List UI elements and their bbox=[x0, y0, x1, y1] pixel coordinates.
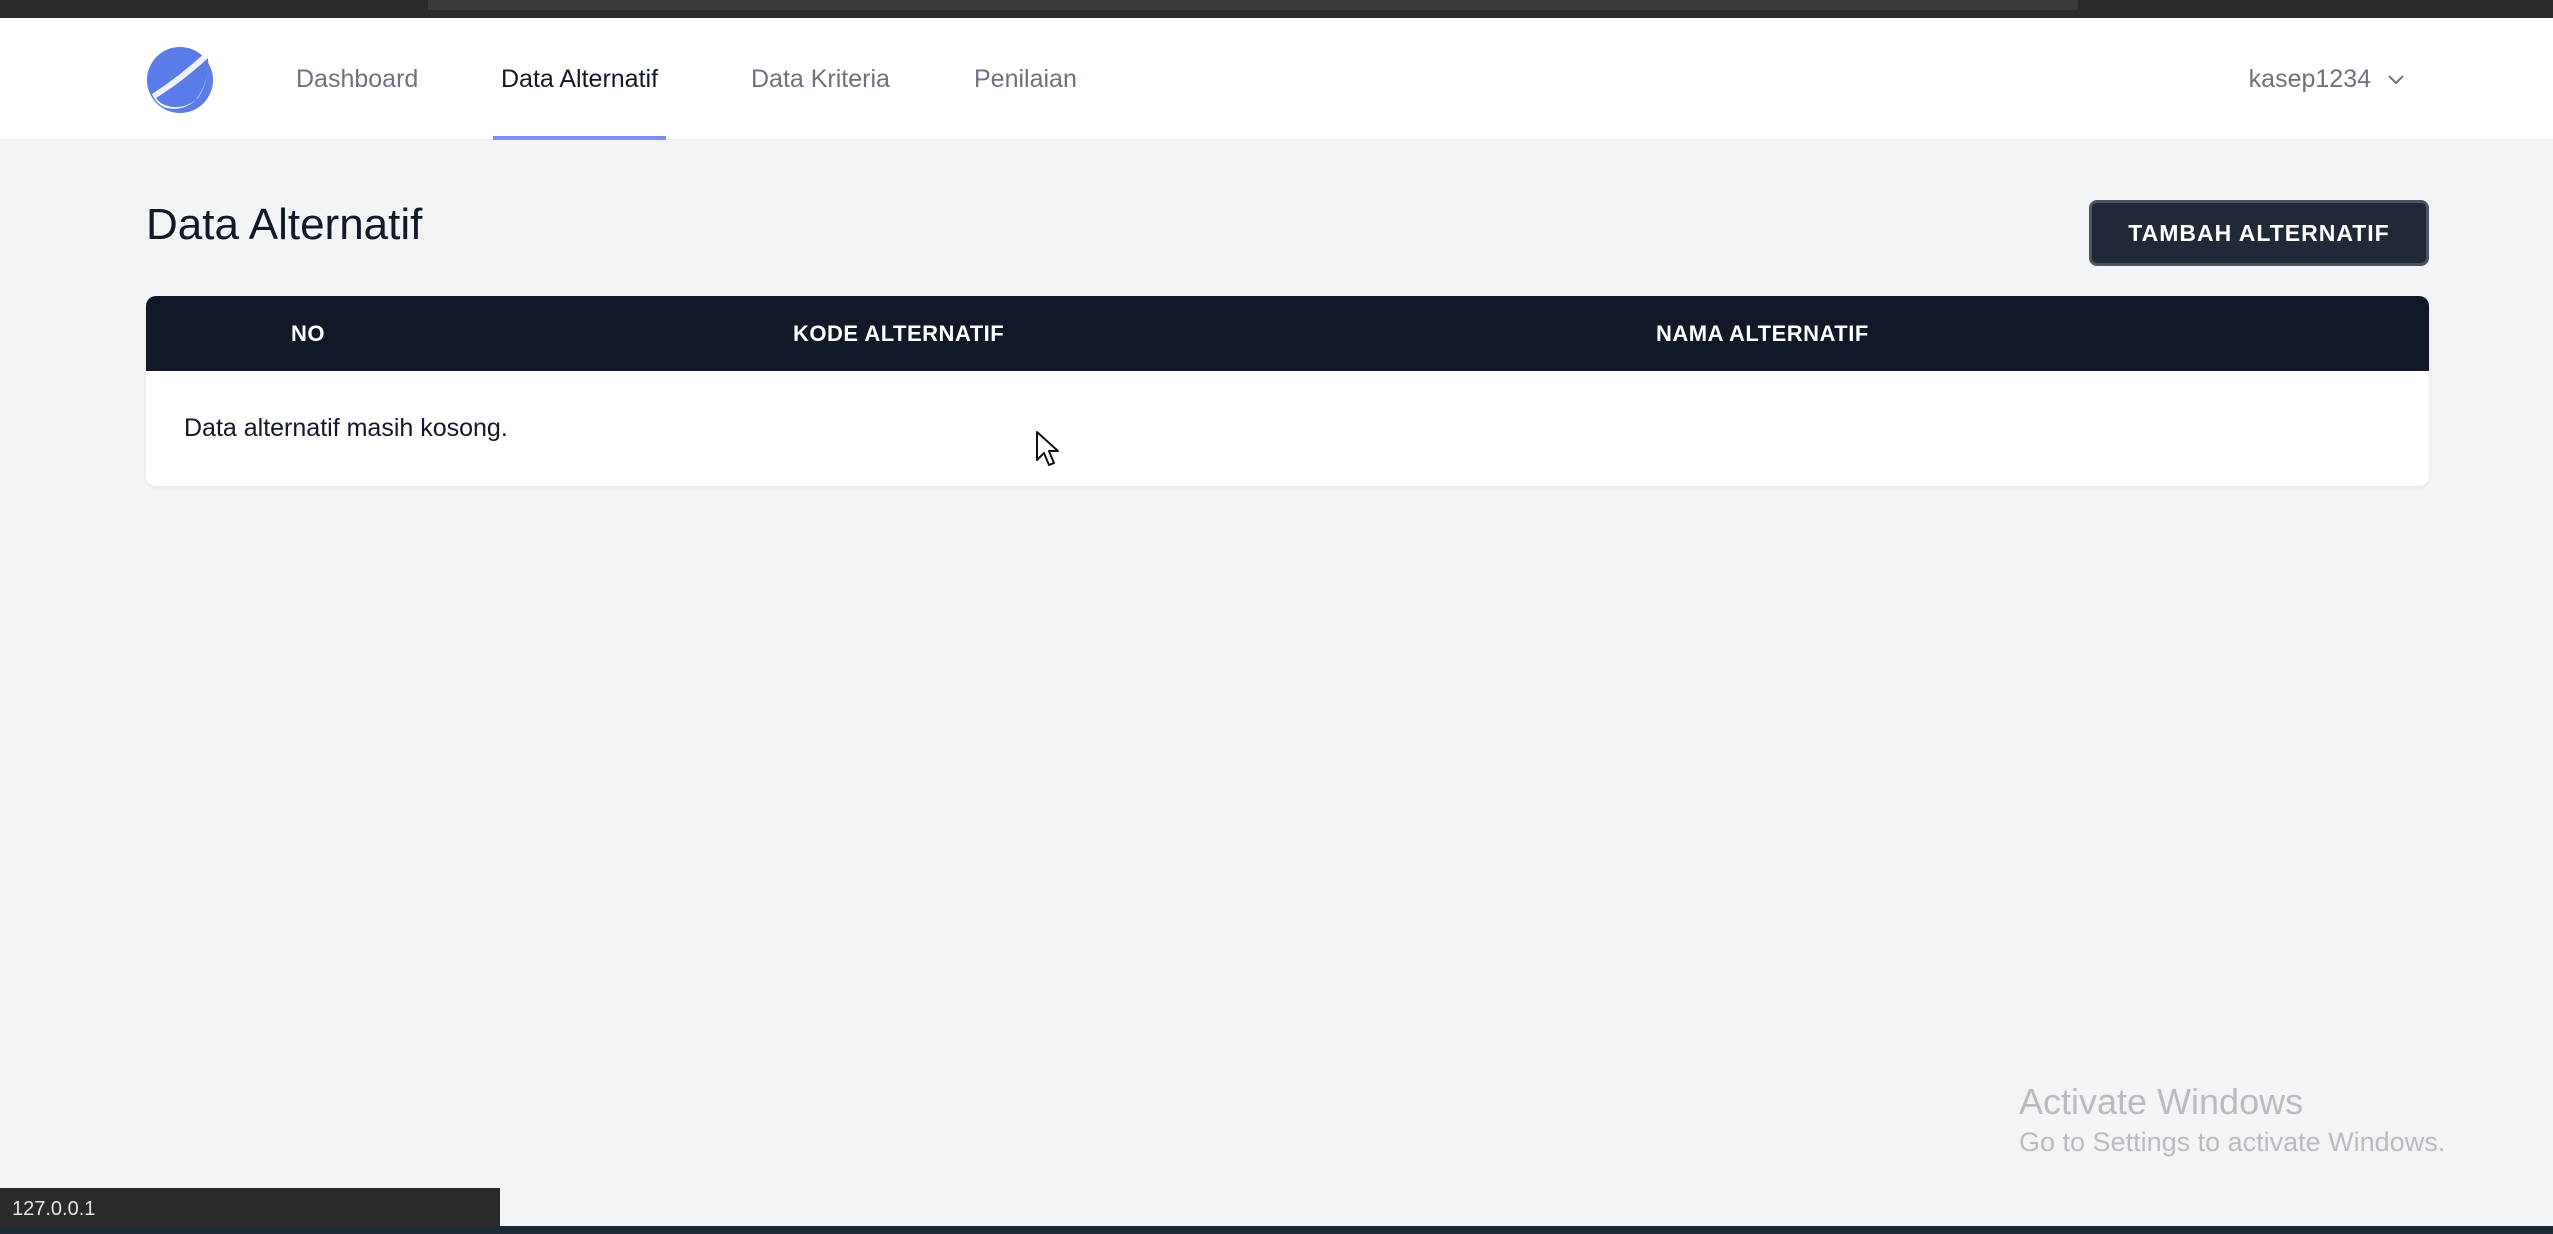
column-header-nama: NAMA ALTERNATIF bbox=[1656, 320, 1869, 346]
empty-state-message: Data alternatif masih kosong. bbox=[184, 414, 508, 442]
user-menu[interactable]: kasep1234 bbox=[2249, 18, 2407, 140]
watermark-subtitle: Go to Settings to activate Windows. bbox=[2019, 1127, 2446, 1157]
browser-tab-strip bbox=[428, 0, 2078, 10]
status-url: 127.0.0.1 bbox=[12, 1197, 96, 1220]
nav-item-penilaian[interactable]: Penilaian bbox=[974, 18, 1077, 140]
nav-item-data-kriteria[interactable]: Data Kriteria bbox=[751, 18, 890, 140]
activation-watermark: Activate Windows Go to Settings to activ… bbox=[2019, 1080, 2445, 1160]
column-header-no: NO bbox=[291, 320, 325, 346]
top-navbar: Dashboard Data Alternatif Data Kriteria … bbox=[0, 18, 2553, 140]
add-alternative-button[interactable]: TAMBAH ALTERNATIF bbox=[2089, 200, 2429, 266]
nav-item-label: Penilaian bbox=[974, 64, 1077, 93]
nav-item-dashboard[interactable]: Dashboard bbox=[296, 18, 418, 140]
browser-status-bar: 127.0.0.1 bbox=[0, 1188, 500, 1230]
page-title: Data Alternatif bbox=[146, 200, 423, 249]
column-header-kode: KODE ALTERNATIF bbox=[793, 320, 1005, 346]
alternatives-table: NO KODE ALTERNATIF NAMA ALTERNATIF Data … bbox=[146, 296, 2429, 486]
user-name: kasep1234 bbox=[2248, 64, 2371, 93]
chevron-down-icon bbox=[2388, 75, 2404, 85]
watermark-title: Activate Windows bbox=[2019, 1081, 2304, 1122]
mouse-cursor-icon bbox=[1036, 431, 1059, 466]
nav-item-label: Data Alternatif bbox=[501, 64, 659, 93]
nav-item-label: Data Kriteria bbox=[751, 64, 890, 93]
nav-item-label: Dashboard bbox=[296, 64, 419, 93]
browser-top-strip bbox=[0, 0, 2553, 18]
table-header: NO KODE ALTERNATIF NAMA ALTERNATIF bbox=[146, 296, 2429, 371]
taskbar-edge bbox=[0, 1226, 2553, 1234]
app-logo-icon[interactable] bbox=[146, 46, 214, 114]
nav-item-data-alternatif[interactable]: Data Alternatif bbox=[492, 18, 667, 140]
